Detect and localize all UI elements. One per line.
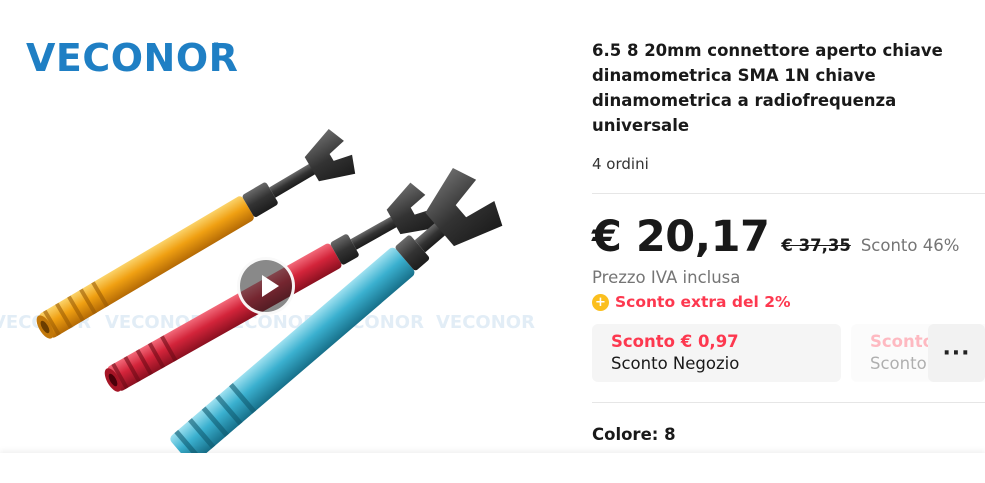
discount-percent: Sconto 46% <box>860 236 960 255</box>
coupon-label: Sconto Negozio <box>611 354 740 373</box>
bottom-bar <box>0 453 985 483</box>
extra-discount[interactable]: + Sconto extra del 2% <box>592 293 985 311</box>
coupon-card[interactable]: Sconto € 0,97 Sconto Negozio <box>592 324 841 382</box>
product-image[interactable]: VECONOR ® VECONOR VECONOR VECONOR VECONO… <box>0 0 560 453</box>
brand-logo: VECONOR <box>26 36 238 80</box>
vat-note: Prezzo IVA inclusa <box>592 268 741 287</box>
product-gallery[interactable]: VECONOR ® VECONOR VECONOR VECONOR VECONO… <box>0 0 560 453</box>
play-icon <box>262 275 279 297</box>
wrench-cyan <box>170 168 503 453</box>
product-title: 6.5 8 20mm connettore aperto chiave dina… <box>592 41 943 135</box>
orders-count: 4 ordini <box>592 155 649 173</box>
product-info: 6.5 8 20mm connettore aperto chiave dina… <box>592 38 985 444</box>
divider <box>592 193 985 194</box>
coupon-value: Sconto € 0,97 <box>611 332 739 351</box>
coupon-row: Sconto € 0,97 Sconto Negozio Sconto Scon… <box>592 324 985 384</box>
color-selector-label: Colore: 8 <box>592 425 676 444</box>
video-play-button[interactable] <box>237 257 295 315</box>
current-price: € 20,17 <box>592 212 770 262</box>
more-coupons-button[interactable]: ··· <box>928 324 985 382</box>
coin-icon: + <box>592 293 609 311</box>
divider <box>592 402 985 403</box>
original-price: € 37,35 <box>781 236 851 255</box>
price-row: € 20,17 € 37,35 Sconto 46% <box>592 212 985 262</box>
registered-mark: ® <box>211 41 221 52</box>
watermark-5: VECONOR <box>436 312 535 333</box>
extra-discount-label: Sconto extra del 2% <box>615 293 791 311</box>
